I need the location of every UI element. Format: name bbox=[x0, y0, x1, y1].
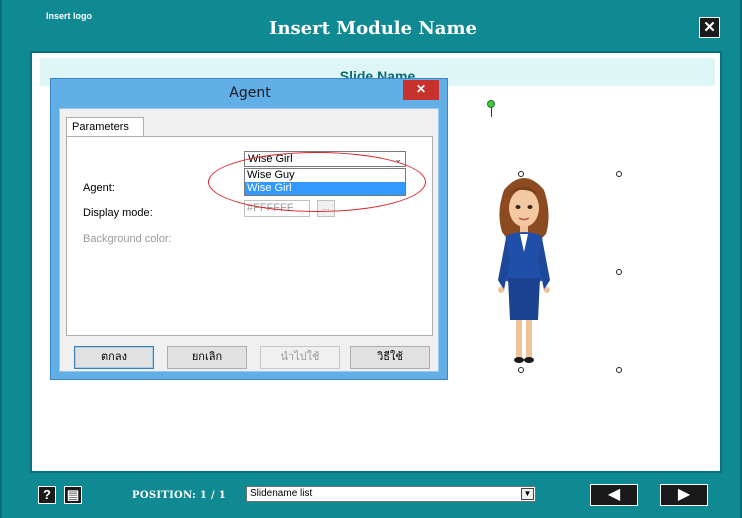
resize-handle-bottom-right[interactable] bbox=[616, 367, 622, 373]
module-title: Insert Module Name bbox=[269, 18, 477, 39]
agent-label: Agent: bbox=[83, 182, 115, 194]
background-color-label: Background color: bbox=[83, 233, 172, 245]
position-indicator: POSITION: 1 / 1 bbox=[132, 490, 226, 501]
tab-parameters[interactable]: Parameters bbox=[66, 117, 144, 137]
apply-button[interactable]: นำไปใช้ bbox=[260, 346, 340, 369]
resize-handle-right[interactable] bbox=[616, 269, 622, 275]
next-slide-button[interactable]: ▶ bbox=[660, 484, 708, 506]
help-button[interactable]: ? bbox=[38, 486, 56, 504]
dialog-body: Parameters Agent: Display mode: Backgrou… bbox=[59, 108, 439, 372]
agent-character-image[interactable] bbox=[486, 170, 562, 370]
close-player-button[interactable]: ✕ bbox=[699, 17, 720, 38]
slidename-list-select[interactable]: Slidename list ▼ bbox=[246, 486, 536, 502]
ok-button[interactable]: ตกลง bbox=[74, 346, 154, 369]
rotation-handle[interactable] bbox=[487, 100, 495, 108]
dialog-help-button[interactable]: วิธีใช้ bbox=[350, 346, 430, 369]
chevron-down-icon[interactable]: ▼ bbox=[521, 488, 534, 500]
dialog-close-button[interactable]: ✕ bbox=[403, 80, 439, 100]
slidename-list-value: Slidename list bbox=[250, 488, 313, 499]
notes-icon[interactable]: ▤ bbox=[64, 486, 82, 504]
cancel-button[interactable]: ยกเลิก bbox=[167, 346, 247, 369]
highlight-ellipse-annotation bbox=[208, 152, 426, 212]
resize-handle-top-right[interactable] bbox=[616, 171, 622, 177]
agent-dialog: Agent ✕ Parameters Agent: Display mode: … bbox=[50, 78, 448, 380]
display-mode-label: Display mode: bbox=[83, 207, 153, 219]
dialog-title: Agent bbox=[229, 85, 271, 101]
previous-slide-button[interactable]: ◀ bbox=[590, 484, 638, 506]
